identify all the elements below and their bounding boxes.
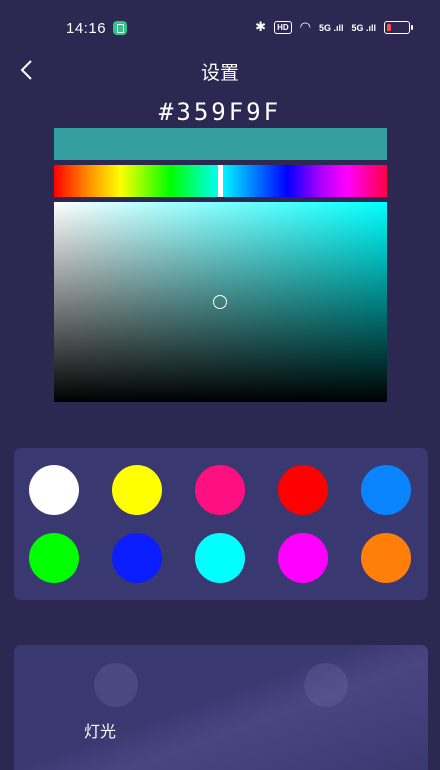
status-bar: 14:16 ✱ HD ◠ 5G .ıll 5G .ıll [0,0,440,56]
hex-value: #359F9F [158,98,282,126]
swatch-magenta[interactable] [278,533,328,583]
swatch-pink[interactable] [195,465,245,515]
hd-badge: HD [274,21,292,34]
hue-slider-handle[interactable] [218,165,223,197]
app-notification-icon [113,21,127,35]
light-mode-label: 灯光 [84,722,117,741]
status-time: 14:16 [66,20,107,37]
swatch-cyan[interactable] [195,533,245,583]
color-swatch-panel [14,448,428,600]
swatch-white[interactable] [29,465,79,515]
saturation-value-picker[interactable] [54,202,387,402]
panel-overlay [14,645,428,770]
battery-icon [384,21,413,34]
swatch-green[interactable] [29,533,79,583]
swatch-light-blue[interactable] [361,465,411,515]
picker-cursor[interactable] [213,295,227,309]
hue-slider[interactable] [54,165,387,197]
page-title: 设置 [200,62,239,84]
swatch-red[interactable] [278,465,328,515]
status-icons: ✱ HD ◠ 5G .ıll 5G .ıll [255,20,413,35]
signal-icon-2: 5G .ıll [351,22,376,33]
swatch-blue[interactable] [112,533,162,583]
bluetooth-icon: ✱ [255,20,267,35]
light-mode-panel: 灯光 [14,645,428,770]
signal-icon-1: 5G .ıll [318,22,344,33]
swatch-yellow[interactable] [112,465,162,515]
wifi-icon: ◠ [299,20,311,35]
swatch-orange[interactable] [361,533,411,583]
color-preview [54,128,387,160]
